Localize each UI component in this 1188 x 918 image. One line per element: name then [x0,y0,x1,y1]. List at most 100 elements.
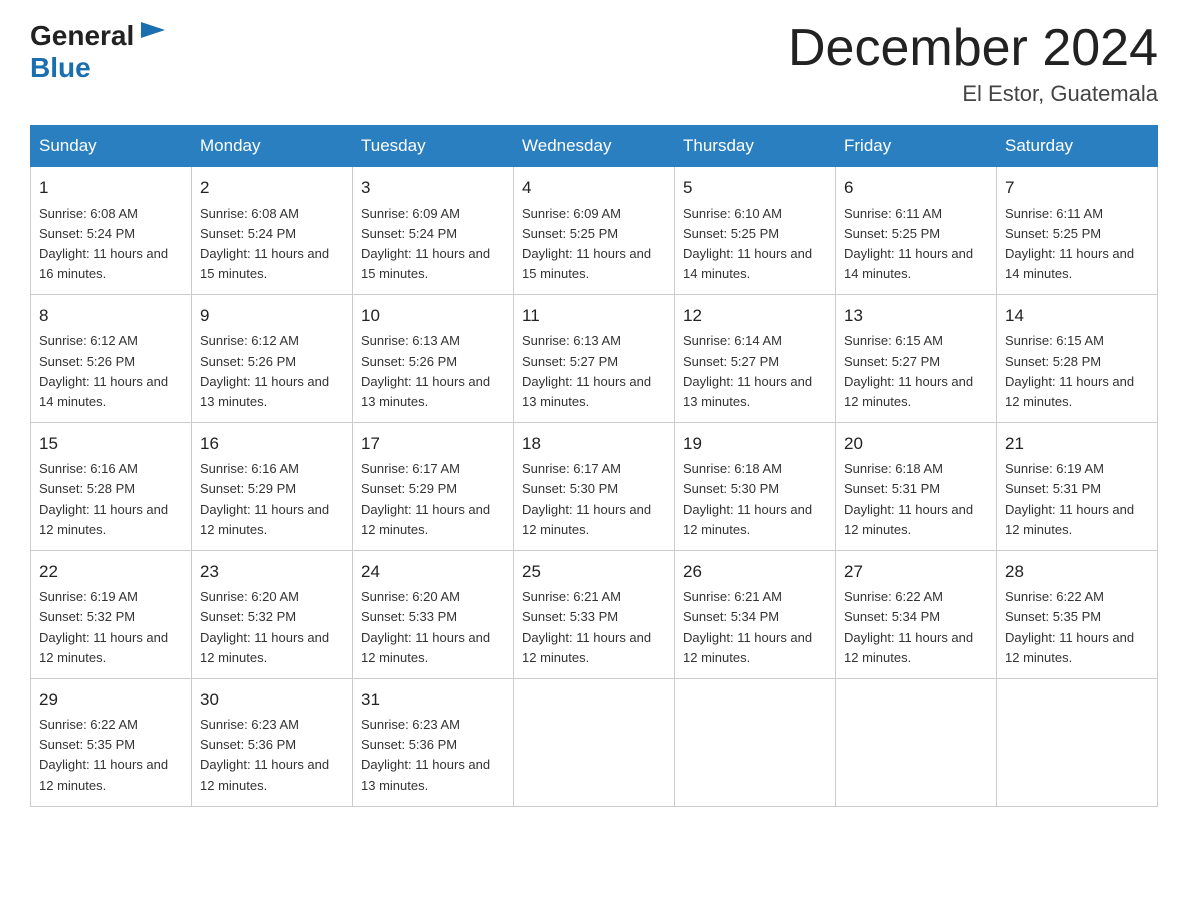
week-row-3: 15Sunrise: 6:16 AMSunset: 5:28 PMDayligh… [31,423,1158,551]
daylight-info: Daylight: 11 hours and 14 minutes. [1005,246,1134,281]
day-number: 19 [683,431,827,457]
sunset-info: Sunset: 5:28 PM [1005,354,1101,369]
header-cell-monday: Monday [192,126,353,167]
header-cell-sunday: Sunday [31,126,192,167]
sunset-info: Sunset: 5:26 PM [200,354,296,369]
header-cell-thursday: Thursday [675,126,836,167]
day-number: 6 [844,175,988,201]
day-number: 9 [200,303,344,329]
sunrise-info: Sunrise: 6:21 AM [683,589,782,604]
day-cell: 14Sunrise: 6:15 AMSunset: 5:28 PMDayligh… [997,295,1158,423]
daylight-info: Daylight: 11 hours and 12 minutes. [683,502,812,537]
day-number: 30 [200,687,344,713]
sunset-info: Sunset: 5:32 PM [200,609,296,624]
sunset-info: Sunset: 5:24 PM [200,226,296,241]
sunrise-info: Sunrise: 6:20 AM [200,589,299,604]
calendar-header: SundayMondayTuesdayWednesdayThursdayFrid… [31,126,1158,167]
day-cell [514,678,675,806]
day-cell: 24Sunrise: 6:20 AMSunset: 5:33 PMDayligh… [353,550,514,678]
sunset-info: Sunset: 5:30 PM [683,481,779,496]
day-number: 11 [522,303,666,329]
sunset-info: Sunset: 5:31 PM [844,481,940,496]
daylight-info: Daylight: 11 hours and 16 minutes. [39,246,168,281]
sunset-info: Sunset: 5:27 PM [522,354,618,369]
week-row-1: 1Sunrise: 6:08 AMSunset: 5:24 PMDaylight… [31,167,1158,295]
day-number: 15 [39,431,183,457]
day-number: 7 [1005,175,1149,201]
day-number: 28 [1005,559,1149,585]
month-title: December 2024 [788,20,1158,77]
sunrise-info: Sunrise: 6:11 AM [1005,206,1103,221]
header-cell-friday: Friday [836,126,997,167]
day-cell: 29Sunrise: 6:22 AMSunset: 5:35 PMDayligh… [31,678,192,806]
daylight-info: Daylight: 11 hours and 14 minutes. [844,246,973,281]
day-cell: 10Sunrise: 6:13 AMSunset: 5:26 PMDayligh… [353,295,514,423]
logo-general-text: General [30,20,134,52]
calendar-table: SundayMondayTuesdayWednesdayThursdayFrid… [30,125,1158,807]
sunset-info: Sunset: 5:29 PM [361,481,457,496]
sunset-info: Sunset: 5:36 PM [200,737,296,752]
daylight-info: Daylight: 11 hours and 12 minutes. [200,630,329,665]
day-cell: 30Sunrise: 6:23 AMSunset: 5:36 PMDayligh… [192,678,353,806]
sunrise-info: Sunrise: 6:15 AM [844,333,943,348]
day-cell: 1Sunrise: 6:08 AMSunset: 5:24 PMDaylight… [31,167,192,295]
day-number: 3 [361,175,505,201]
sunset-info: Sunset: 5:25 PM [844,226,940,241]
sunset-info: Sunset: 5:24 PM [39,226,135,241]
day-cell: 4Sunrise: 6:09 AMSunset: 5:25 PMDaylight… [514,167,675,295]
sunrise-info: Sunrise: 6:22 AM [1005,589,1104,604]
day-number: 5 [683,175,827,201]
day-cell: 6Sunrise: 6:11 AMSunset: 5:25 PMDaylight… [836,167,997,295]
sunset-info: Sunset: 5:28 PM [39,481,135,496]
daylight-info: Daylight: 11 hours and 13 minutes. [683,374,812,409]
sunrise-info: Sunrise: 6:13 AM [361,333,460,348]
sunrise-info: Sunrise: 6:09 AM [522,206,621,221]
day-number: 27 [844,559,988,585]
daylight-info: Daylight: 11 hours and 12 minutes. [200,757,329,792]
day-number: 17 [361,431,505,457]
daylight-info: Daylight: 11 hours and 12 minutes. [683,630,812,665]
day-cell: 20Sunrise: 6:18 AMSunset: 5:31 PMDayligh… [836,423,997,551]
day-cell: 22Sunrise: 6:19 AMSunset: 5:32 PMDayligh… [31,550,192,678]
day-cell [997,678,1158,806]
daylight-info: Daylight: 11 hours and 12 minutes. [1005,502,1134,537]
daylight-info: Daylight: 11 hours and 12 minutes. [39,757,168,792]
sunset-info: Sunset: 5:34 PM [683,609,779,624]
daylight-info: Daylight: 11 hours and 13 minutes. [361,374,490,409]
sunset-info: Sunset: 5:35 PM [39,737,135,752]
day-cell: 31Sunrise: 6:23 AMSunset: 5:36 PMDayligh… [353,678,514,806]
day-number: 14 [1005,303,1149,329]
sunrise-info: Sunrise: 6:12 AM [39,333,138,348]
sunset-info: Sunset: 5:27 PM [844,354,940,369]
daylight-info: Daylight: 11 hours and 12 minutes. [39,630,168,665]
day-number: 2 [200,175,344,201]
logo-flag-icon [137,18,169,50]
sunrise-info: Sunrise: 6:09 AM [361,206,460,221]
day-cell: 9Sunrise: 6:12 AMSunset: 5:26 PMDaylight… [192,295,353,423]
sunset-info: Sunset: 5:35 PM [1005,609,1101,624]
sunrise-info: Sunrise: 6:20 AM [361,589,460,604]
week-row-2: 8Sunrise: 6:12 AMSunset: 5:26 PMDaylight… [31,295,1158,423]
sunset-info: Sunset: 5:25 PM [1005,226,1101,241]
location-subtitle: El Estor, Guatemala [788,81,1158,107]
sunset-info: Sunset: 5:26 PM [361,354,457,369]
sunrise-info: Sunrise: 6:12 AM [200,333,299,348]
sunrise-info: Sunrise: 6:18 AM [683,461,782,476]
week-row-5: 29Sunrise: 6:22 AMSunset: 5:35 PMDayligh… [31,678,1158,806]
day-cell: 27Sunrise: 6:22 AMSunset: 5:34 PMDayligh… [836,550,997,678]
daylight-info: Daylight: 11 hours and 12 minutes. [844,502,973,537]
day-number: 4 [522,175,666,201]
day-cell: 3Sunrise: 6:09 AMSunset: 5:24 PMDaylight… [353,167,514,295]
logo-blue-text: Blue [30,52,91,83]
page-header: General Blue December 2024 El Estor, Gua… [30,20,1158,107]
day-cell: 5Sunrise: 6:10 AMSunset: 5:25 PMDaylight… [675,167,836,295]
daylight-info: Daylight: 11 hours and 12 minutes. [361,502,490,537]
day-number: 31 [361,687,505,713]
daylight-info: Daylight: 11 hours and 12 minutes. [1005,374,1134,409]
day-cell: 11Sunrise: 6:13 AMSunset: 5:27 PMDayligh… [514,295,675,423]
day-cell: 16Sunrise: 6:16 AMSunset: 5:29 PMDayligh… [192,423,353,551]
sunset-info: Sunset: 5:25 PM [522,226,618,241]
day-cell: 8Sunrise: 6:12 AMSunset: 5:26 PMDaylight… [31,295,192,423]
sunset-info: Sunset: 5:33 PM [522,609,618,624]
sunrise-info: Sunrise: 6:18 AM [844,461,943,476]
